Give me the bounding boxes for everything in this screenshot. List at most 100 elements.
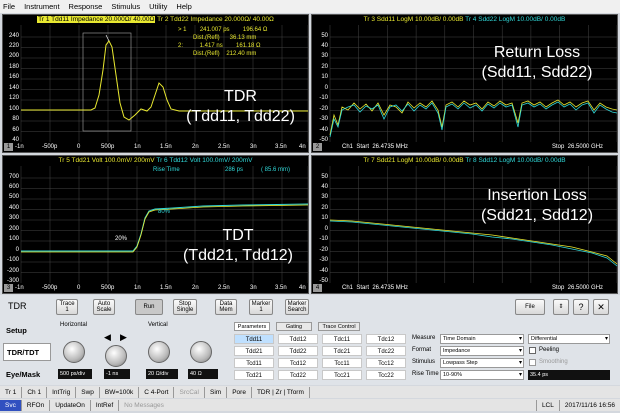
tdr-panel[interactable]: Tr 1 Tdd11 Impedance 20.000Ω/ 40.00Ω Tr … <box>2 14 309 153</box>
menu-file[interactable]: File <box>3 2 15 11</box>
return-loss-plot <box>329 25 618 142</box>
horizontal-scale-knob[interactable] <box>63 341 85 363</box>
peeling-checkbox[interactable] <box>529 347 536 354</box>
param-cell[interactable]: Tdc22 <box>366 346 406 356</box>
vertical-scale-knob[interactable] <box>148 341 170 363</box>
trace-button[interactable]: Trace 1 <box>56 299 78 315</box>
tab-gating[interactable]: Gating <box>276 322 312 331</box>
measure-select[interactable]: Time Domain <box>440 334 524 344</box>
status-ports[interactable]: C 4-Port <box>139 386 175 398</box>
param-cell[interactable]: Tdd12 <box>278 334 318 344</box>
peeling-label: Peeling <box>539 347 560 353</box>
param-cell[interactable]: Tcc21 <box>322 370 362 380</box>
horizontal-position-field[interactable]: -1 ns <box>104 369 130 379</box>
marker-button[interactable]: Marker 1 <box>249 299 273 315</box>
vertical-offset-knob[interactable] <box>190 341 212 363</box>
close-icon[interactable]: ✕ <box>593 299 609 315</box>
vertical-scale-field[interactable]: 20 Ω/div <box>146 369 178 379</box>
menu-instrument[interactable]: Instrument <box>24 2 59 11</box>
status-update[interactable]: UpdateOn <box>50 399 91 411</box>
tdr-x-tick: 1n <box>134 144 141 150</box>
insertion-loss-start: Ch1 Start 26.4735 MHz <box>342 285 409 291</box>
param-cell[interactable]: Tdd21 <box>234 346 274 356</box>
param-cell[interactable]: Tcd22 <box>278 370 318 380</box>
status-trace[interactable]: Tr 1 <box>0 386 23 398</box>
measure-mode-select[interactable]: Differential <box>528 334 610 344</box>
status-channel[interactable]: Ch 1 <box>22 386 48 398</box>
return-loss-panel[interactable]: Tr 3 Sdd11 LogM 10.00dB/ 0.00dB Tr 4 Sdd… <box>311 14 618 153</box>
panel-number: 4 <box>313 284 322 292</box>
status-lcl[interactable]: LCL <box>537 399 560 411</box>
status-trigger[interactable]: IntTrig <box>47 386 77 398</box>
tab-trace-control[interactable]: Trace Control <box>318 322 360 331</box>
panel-number: 1 <box>4 143 13 151</box>
status-pore[interactable]: Pore <box>227 386 252 398</box>
status-tdr-mode[interactable]: TDR | Zr | Tform <box>252 386 310 398</box>
param-cell[interactable]: Tdc21 <box>322 346 362 356</box>
param-cell[interactable]: Tdc12 <box>366 334 406 344</box>
param-cell[interactable]: Tcd21 <box>234 370 274 380</box>
marker2-readout: 2: 1.417 ns 161.18 Ω <box>178 43 261 49</box>
tdr-x-tick: 4n <box>299 144 306 150</box>
data-mem-button[interactable]: Data Mem <box>215 299 237 315</box>
tdr-x-tick: 3.5n <box>275 144 287 150</box>
horizontal-position-knob[interactable] <box>105 345 127 367</box>
status-bar-system: Svc RFOn UpdateOn IntRef No Messages LCL… <box>0 399 620 411</box>
rise-time-select[interactable]: 10-90% <box>440 370 524 380</box>
run-button[interactable]: Run <box>135 299 163 315</box>
horizontal-scale-field[interactable]: 500 ps/div <box>58 369 92 379</box>
status-ref[interactable]: IntRef <box>91 399 120 411</box>
status-srccal[interactable]: SrcCal <box>174 386 205 398</box>
status-rf[interactable]: RFOn <box>22 399 51 411</box>
status-sim[interactable]: Sim <box>205 386 228 398</box>
return-loss-overlay-label: Return Loss (Sdd11, Sdd22) <box>481 44 593 81</box>
tdt-x-tick: -1n <box>15 285 24 291</box>
param-cell[interactable]: Tdd11 <box>234 334 274 344</box>
tdr-x-tick: 2.5n <box>218 144 230 150</box>
left-arrow-icon[interactable]: ◀ <box>104 332 111 343</box>
auto-scale-button[interactable]: Auto Scale <box>93 299 115 315</box>
tdt-y-tick: 400 <box>8 205 19 211</box>
status-bandwidth[interactable]: BW=100k <box>100 386 140 398</box>
marker1-distance: Dist.(Refl) 36.13 mm <box>193 35 257 41</box>
param-cell[interactable]: Tdd22 <box>278 346 318 356</box>
menu-response[interactable]: Response <box>69 2 103 11</box>
tdt-x-tick: 4n <box>299 285 306 291</box>
insertion-loss-panel[interactable]: Tr 7 Sdd21 LogM 10.00dB/ 0.00dB Tr 8 Sdd… <box>311 155 618 294</box>
param-cell[interactable]: Tcc11 <box>322 358 362 368</box>
marker-search-button[interactable]: Marker Search <box>285 299 309 315</box>
menu-stimulus[interactable]: Stimulus <box>111 2 140 11</box>
rise-time-field[interactable]: 35.4 ps <box>528 370 610 380</box>
vertical-offset-field[interactable]: 40 Ω <box>188 369 218 379</box>
status-sweep[interactable]: Swp <box>76 386 100 398</box>
param-cell[interactable]: Tcc22 <box>366 370 406 380</box>
tab-parameters[interactable]: Parameters <box>234 322 270 331</box>
tdr-y-tick: 200 <box>8 53 19 59</box>
tdr-tdt-tab[interactable]: TDR/TDT <box>3 343 51 361</box>
param-cell[interactable]: Tcc12 <box>366 358 406 368</box>
tdt-x-tick: 1n <box>134 285 141 291</box>
file-button[interactable]: File <box>515 299 545 315</box>
stop-single-button[interactable]: Stop Single <box>173 299 197 315</box>
setup-tab[interactable]: Setup <box>3 321 51 339</box>
param-cell[interactable]: Tcd12 <box>278 358 318 368</box>
smoothing-checkbox[interactable] <box>529 359 536 366</box>
eye-mask-tab[interactable]: Eye/Mask <box>3 365 51 383</box>
param-cell[interactable]: Tdc11 <box>322 334 362 344</box>
tdt-y-tick: 500 <box>8 194 19 200</box>
tdt-y-tick: 100 <box>8 236 19 242</box>
return-loss-y-tick: -30 <box>319 116 328 122</box>
tdr-y-tick: 120 <box>8 95 19 101</box>
help-icon[interactable]: ? <box>573 299 589 315</box>
status-svc[interactable]: Svc <box>0 399 22 411</box>
stimulus-select[interactable]: Lowpass Step <box>440 358 524 368</box>
tdt-panel[interactable]: Tr 5 Tdd21 Volt 100.0mV/ 200mV Tr 6 Tdd1… <box>2 155 309 294</box>
format-select[interactable]: Impedance <box>440 346 524 356</box>
updown-icon[interactable]: ⇕ <box>553 299 569 315</box>
tdr-y-tick: 60 <box>12 127 19 133</box>
right-arrow-icon[interactable]: ▶ <box>120 332 127 343</box>
menu-help[interactable]: Help <box>176 2 191 11</box>
menu-utility[interactable]: Utility <box>149 2 167 11</box>
param-cell[interactable]: Tcd11 <box>234 358 274 368</box>
tdt-x-tick: 0 <box>77 285 81 291</box>
